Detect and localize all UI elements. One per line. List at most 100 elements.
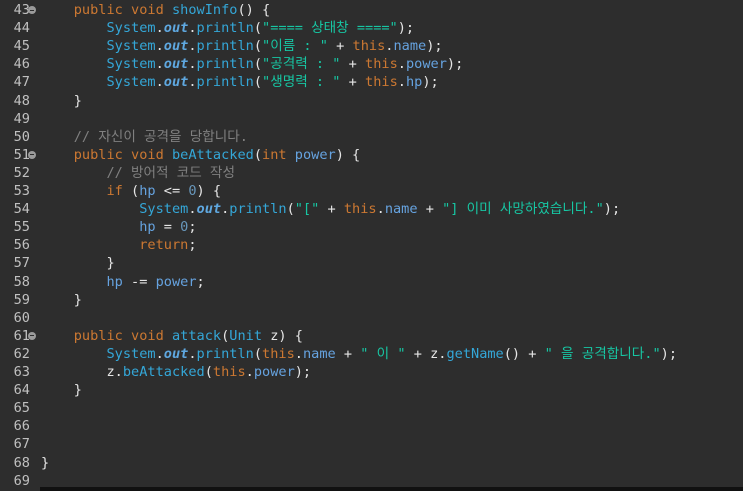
code-line[interactable]: 55 hp = 0; — [0, 218, 743, 236]
line-number: 57 — [13, 255, 30, 272]
code-token: ); — [603, 201, 621, 218]
code-line[interactable]: 68} — [0, 454, 743, 472]
code-token: System — [106, 38, 156, 55]
code-token: ; — [188, 219, 197, 236]
code-line[interactable]: 45 System.out.println("이름 : " + this.nam… — [0, 37, 743, 55]
code-token: ); — [294, 364, 312, 380]
code-token: Unit — [229, 327, 263, 344]
horizontal-scrollbar[interactable] — [40, 487, 743, 491]
code-token: System — [139, 201, 189, 218]
code-token: hp — [106, 273, 123, 290]
code-token: ); — [426, 38, 443, 55]
code-text: if (hp <= 0) { — [41, 182, 221, 200]
code-line[interactable]: 64 } — [0, 381, 743, 399]
line-number: 68 — [13, 454, 30, 471]
code-line[interactable]: 52 // 방어적 코드 작성 — [0, 164, 743, 182]
code-editor[interactable]: 43 public void showInfo() {44 System.out… — [0, 0, 743, 491]
code-token: + — [340, 74, 366, 91]
code-token: this — [262, 345, 295, 362]
code-text: } — [41, 92, 82, 110]
code-token: println — [229, 201, 287, 218]
code-line[interactable]: 57 } — [0, 254, 743, 272]
code-token: + — [335, 345, 361, 362]
line-number: 61 — [13, 327, 30, 344]
code-line[interactable]: 46 System.out.println("공격력 : " + this.po… — [0, 55, 743, 73]
code-token: ) { — [335, 146, 361, 163]
code-text: System.out.println("생명력 : " + this.hp); — [41, 73, 438, 91]
code-line[interactable]: 48 } — [0, 92, 743, 110]
code-line[interactable]: 62 System.out.println(this.name + " 이 " … — [0, 345, 743, 363]
code-line[interactable]: 66 — [0, 417, 743, 435]
code-token: 0 — [188, 183, 197, 199]
code-token: power — [155, 273, 197, 290]
code-token: ( — [253, 56, 263, 73]
code-line[interactable]: 44 System.out.println("==== 상태창 ===="); — [0, 19, 743, 37]
code-line[interactable]: 60 — [0, 309, 743, 327]
code-token: public — [73, 2, 123, 18]
code-text: return; — [41, 236, 196, 254]
code-token: = — [155, 219, 181, 236]
line-number: 65 — [13, 400, 30, 417]
code-token: } — [41, 255, 115, 272]
code-text: System.out.println("이름 : " + this.name); — [41, 37, 443, 55]
code-token: ( — [286, 201, 295, 218]
code-token: out — [163, 345, 189, 362]
code-text: System.out.println("공격력 : " + this.power… — [41, 55, 463, 73]
code-token: out — [163, 38, 189, 55]
code-text: // 자신이 공격을 당합니다. — [41, 128, 248, 146]
fold-collapse-icon[interactable] — [28, 150, 36, 159]
code-line[interactable]: 50 // 자신이 공격을 당합니다. — [0, 128, 743, 146]
code-line[interactable]: 56 return; — [0, 236, 743, 254]
code-line[interactable]: 59 } — [0, 291, 743, 309]
fold-collapse-icon[interactable] — [28, 6, 36, 14]
code-token: out — [196, 201, 222, 218]
code-token: . — [188, 20, 197, 37]
code-token: power — [253, 364, 295, 380]
code-line[interactable]: 47 System.out.println("생명력 : " + this.hp… — [0, 73, 743, 91]
line-number: 45 — [13, 38, 30, 55]
code-line[interactable]: 65 — [0, 399, 743, 417]
code-line[interactable]: 53 if (hp <= 0) { — [0, 182, 743, 200]
code-line[interactable]: 61 public void attack(Unit z) { — [0, 327, 743, 345]
code-token: ( — [253, 20, 263, 37]
code-token: . — [155, 74, 164, 91]
code-token: void — [131, 146, 164, 163]
code-token: public — [73, 327, 123, 344]
code-line[interactable]: 49 — [0, 110, 743, 128]
code-line[interactable]: 54 System.out.println("[" + this.name + … — [0, 200, 743, 218]
code-line[interactable]: 58 hp -= power; — [0, 273, 743, 291]
code-token: name — [393, 38, 427, 55]
code-token: out — [163, 74, 189, 91]
line-number: 44 — [13, 20, 30, 37]
code-line[interactable]: 51 public void beAttacked(int power) { — [0, 146, 743, 164]
code-token: () + — [503, 345, 545, 362]
code-token: "생명력 : " — [262, 74, 341, 91]
code-token: } — [41, 291, 82, 308]
code-token: ( — [253, 74, 263, 91]
code-line[interactable]: 63 z.beAttacked(this.power); — [0, 363, 743, 381]
fold-collapse-icon[interactable] — [28, 331, 36, 340]
code-token: println — [196, 38, 254, 55]
code-token: name — [384, 201, 418, 218]
code-token: hp — [139, 183, 156, 199]
line-number: 64 — [13, 382, 30, 399]
line-number: 59 — [13, 291, 30, 308]
code-line[interactable]: 43 public void showInfo() { — [0, 1, 743, 19]
code-token: println — [196, 345, 254, 362]
line-number: 52 — [13, 164, 30, 181]
code-token: ( — [253, 38, 263, 55]
code-token: power — [294, 146, 336, 163]
code-token: "] 이미 사망하였습니다." — [442, 201, 604, 218]
code-token: return — [139, 237, 189, 254]
line-number: 47 — [13, 74, 30, 91]
code-token: . — [294, 345, 303, 362]
code-line[interactable]: 67 — [0, 435, 743, 453]
